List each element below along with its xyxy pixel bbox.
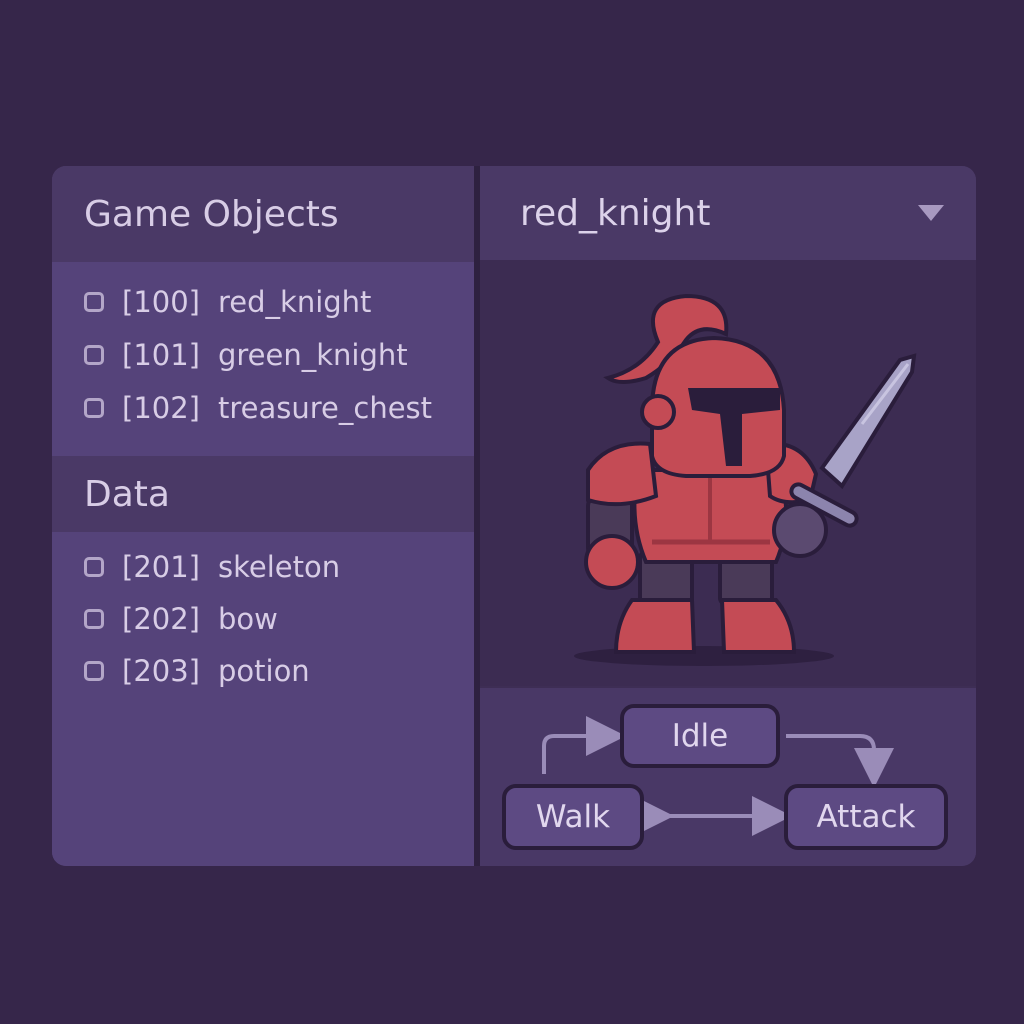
item-id: [202]	[122, 602, 200, 636]
checkbox[interactable]	[84, 398, 104, 418]
game-objects-header: Game Objects	[52, 166, 474, 262]
list-item-green-knight[interactable]: [101] green_knight	[84, 335, 408, 375]
item-name: treasure_chest	[217, 391, 433, 425]
object-selector[interactable]: red_knight	[480, 166, 976, 260]
arrow-walk-to-idle	[542, 716, 626, 774]
checkbox[interactable]	[84, 661, 104, 681]
item-name: red_knight	[217, 285, 372, 319]
inspector-pane: red_knight Idle Walk Attack	[480, 166, 976, 866]
item-id: [201]	[122, 550, 200, 584]
editor-panel: Game Objects [100] red_knight [101] gree…	[52, 166, 976, 866]
state-attack[interactable]: Attack	[784, 784, 948, 850]
arrow-idle-to-attack	[786, 734, 894, 788]
item-name: skeleton	[217, 550, 341, 584]
state-machine: Idle Walk Attack	[480, 688, 976, 866]
sprite-preview	[480, 260, 976, 686]
game-objects-list: [100] red_knight [101] green_knight [102…	[52, 262, 474, 456]
knight-sprite	[574, 293, 917, 666]
item-id: [102]	[122, 391, 200, 425]
state-label: Attack	[816, 799, 916, 835]
game-objects-title: Game Objects	[84, 193, 339, 235]
list-item-potion[interactable]: [203] potion	[84, 651, 310, 691]
data-list: [201] skeleton [202] bow [203] potion	[52, 532, 474, 866]
item-id: [100]	[122, 285, 200, 319]
data-title: Data	[84, 473, 170, 515]
hierarchy-pane: Game Objects [100] red_knight [101] gree…	[52, 166, 474, 866]
item-name: bow	[217, 602, 278, 636]
item-name: green_knight	[217, 338, 408, 372]
list-item-treasure-chest[interactable]: [102] treasure_chest	[84, 388, 432, 428]
selected-object-name: red_knight	[520, 192, 711, 234]
state-label: Walk	[535, 799, 611, 835]
chevron-down-icon[interactable]	[918, 205, 944, 221]
checkbox[interactable]	[84, 292, 104, 312]
data-header: Data	[52, 456, 474, 532]
checkbox[interactable]	[84, 345, 104, 365]
state-label: Idle	[671, 718, 729, 754]
checkbox[interactable]	[84, 609, 104, 629]
list-item-skeleton[interactable]: [201] skeleton	[84, 547, 340, 587]
state-walk[interactable]: Walk	[502, 784, 644, 850]
list-item-red-knight[interactable]: [100] red_knight	[84, 282, 371, 322]
checkbox[interactable]	[84, 557, 104, 577]
item-id: [203]	[122, 654, 200, 688]
list-item-bow[interactable]: [202] bow	[84, 599, 278, 639]
state-idle[interactable]: Idle	[620, 704, 780, 768]
item-name: potion	[217, 654, 310, 688]
item-id: [101]	[122, 338, 200, 372]
